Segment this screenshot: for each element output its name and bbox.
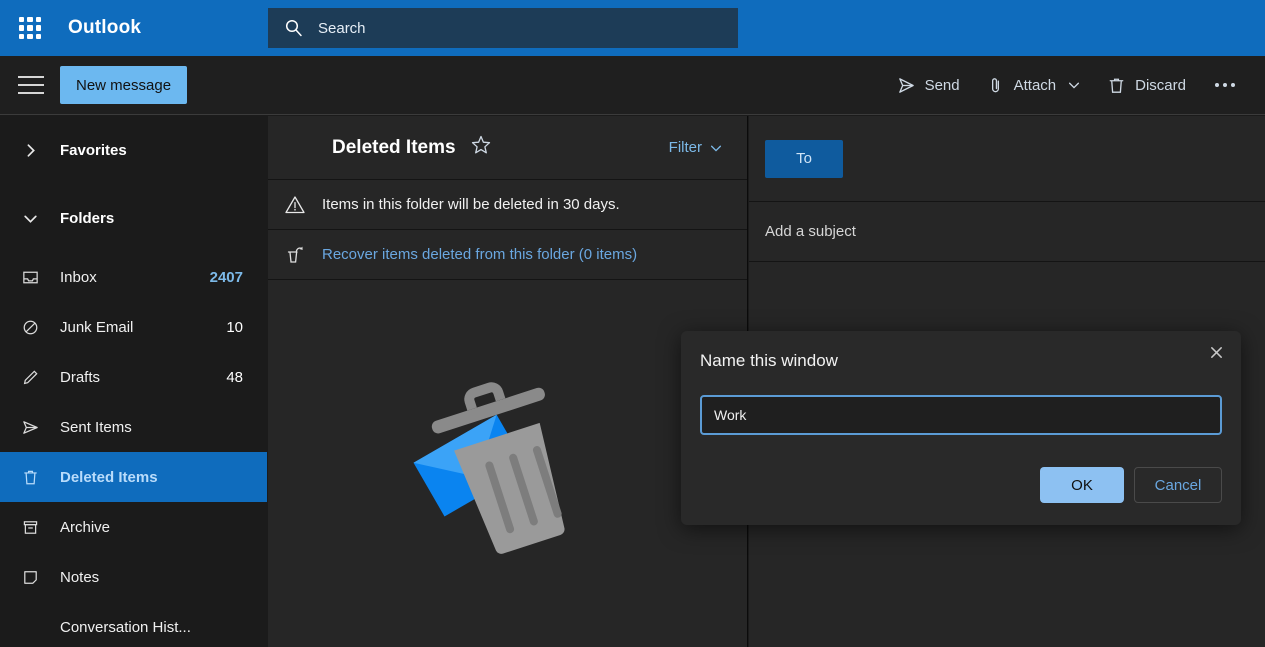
sidebar-item-label: Conversation Hist...: [60, 619, 243, 636]
waffle-grid-icon[interactable]: [16, 14, 44, 42]
sidebar-item-sent-items[interactable]: Sent Items: [0, 402, 267, 452]
trash-icon: [1107, 76, 1126, 95]
close-icon[interactable]: [1199, 337, 1233, 367]
page-title: Deleted Items: [332, 137, 456, 159]
outlook-window: Outlook Search New message Send: [0, 0, 1265, 647]
filter-label: Filter: [669, 139, 702, 156]
sidebar-item-count: 10: [226, 319, 267, 336]
sidebar-group-favorites[interactable]: Favorites: [0, 116, 267, 184]
sidebar-group-label: Favorites: [60, 142, 127, 159]
recover-items-link[interactable]: Recover items deleted from this folder (…: [268, 230, 747, 280]
retention-notice: Items in this folder will be deleted in …: [268, 180, 747, 230]
send-button[interactable]: Send: [884, 68, 973, 103]
sidebar-item-inbox[interactable]: Inbox 2407: [0, 252, 267, 302]
pencil-icon: [0, 368, 60, 387]
chevron-down-icon: [709, 141, 723, 155]
sidebar-item-deleted-items[interactable]: Deleted Items: [0, 452, 267, 502]
search-input[interactable]: Search: [268, 8, 738, 48]
message-list-header: Deleted Items Filter: [268, 116, 747, 180]
sidebar-item-label: Notes: [60, 569, 243, 586]
ok-button[interactable]: OK: [1040, 467, 1124, 503]
sidebar-item-notes[interactable]: Notes: [0, 552, 267, 602]
send-arrow-icon: [0, 418, 60, 437]
new-message-button[interactable]: New message: [60, 66, 187, 104]
window-name-input[interactable]: [700, 395, 1222, 435]
hamburger-icon[interactable]: [18, 76, 44, 94]
subject-field[interactable]: Add a subject: [749, 202, 1265, 262]
sidebar-item-label: Sent Items: [60, 419, 243, 436]
recover-trash-icon: [284, 244, 306, 266]
chevron-down-icon: [1067, 78, 1081, 92]
trash-can-with-envelope-illustration: [413, 371, 603, 561]
sidebar-item-label: Archive: [60, 519, 243, 536]
search-icon: [284, 18, 304, 38]
attach-label: Attach: [1014, 77, 1057, 94]
sidebar-item-count: 2407: [210, 269, 267, 286]
sidebar-item-conversation-history[interactable]: Conversation Hist...: [0, 602, 267, 647]
search-placeholder: Search: [318, 20, 366, 37]
command-toolbar: New message Send Attach: [0, 56, 1265, 115]
filter-button[interactable]: Filter: [669, 139, 731, 156]
star-outline-icon[interactable]: [470, 134, 492, 161]
sidebar-item-junk-email[interactable]: Junk Email 10: [0, 302, 267, 352]
note-icon: [0, 568, 60, 587]
warning-triangle-icon: [284, 194, 306, 216]
empty-folder-illustration: [268, 316, 748, 616]
to-button[interactable]: To: [765, 140, 843, 178]
paperclip-icon: [986, 76, 1005, 95]
cancel-button[interactable]: Cancel: [1134, 467, 1222, 503]
send-label: Send: [925, 77, 960, 94]
dialog-title: Name this window: [700, 351, 838, 371]
name-window-dialog: Name this window OK Cancel: [681, 331, 1241, 525]
folder-sidebar: Favorites Folders Inbox 2407: [0, 116, 267, 647]
sidebar-group-label: Folders: [60, 210, 114, 227]
top-app-bar: Outlook Search: [0, 0, 1265, 56]
attach-button[interactable]: Attach: [973, 68, 1095, 103]
retention-notice-text: Items in this folder will be deleted in …: [322, 196, 620, 213]
sidebar-group-folders[interactable]: Folders: [0, 184, 267, 252]
archive-icon: [0, 518, 60, 537]
sidebar-item-drafts[interactable]: Drafts 48: [0, 352, 267, 402]
compose-to-row: To: [749, 116, 1265, 202]
app-brand-title: Outlook: [68, 17, 141, 39]
subject-placeholder: Add a subject: [765, 223, 856, 240]
sidebar-item-archive[interactable]: Archive: [0, 502, 267, 552]
recover-items-text: Recover items deleted from this folder (…: [322, 246, 637, 263]
message-list-pane: Deleted Items Filter Items in this folde…: [268, 116, 748, 647]
sidebar-item-label: Inbox: [60, 269, 210, 286]
discard-button[interactable]: Discard: [1094, 68, 1199, 103]
sidebar-item-label: Junk Email: [60, 319, 226, 336]
discard-label: Discard: [1135, 77, 1186, 94]
more-options-icon[interactable]: [1199, 73, 1251, 97]
compose-actions: Send Attach Discard: [884, 68, 1265, 103]
trash-icon: [0, 468, 60, 487]
sidebar-item-label: Drafts: [60, 369, 226, 386]
sidebar-item-count: 48: [226, 369, 267, 386]
inbox-icon: [0, 268, 60, 287]
chevron-down-icon: [0, 210, 60, 227]
send-arrow-icon: [897, 76, 916, 95]
sidebar-item-label: Deleted Items: [60, 469, 243, 486]
block-icon: [0, 318, 60, 337]
chevron-right-icon: [0, 142, 60, 159]
